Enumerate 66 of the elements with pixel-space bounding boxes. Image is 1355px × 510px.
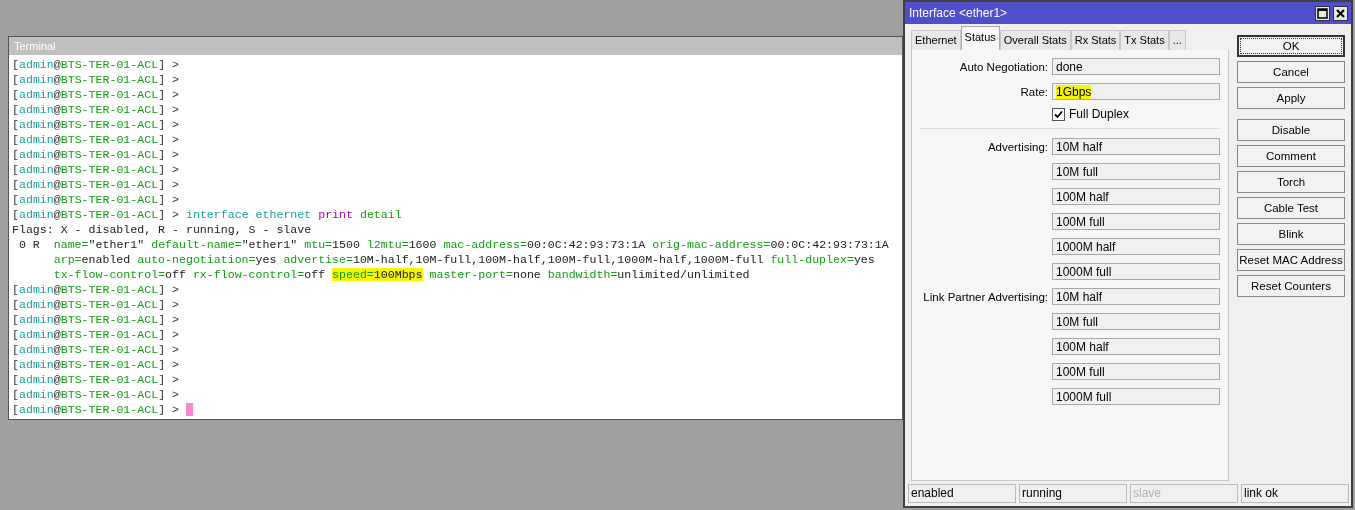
checkbox[interactable] bbox=[1052, 107, 1065, 121]
value-field: 1000M full bbox=[1052, 388, 1220, 405]
terminal-line: Flags: X - disabled, R - running, S - slave bbox=[12, 222, 312, 237]
terminal-line: [admin@BTS-TER-01-ACL] > bbox=[12, 387, 179, 402]
dialog-button[interactable]: OK bbox=[1237, 35, 1345, 57]
value-field: 1000M half bbox=[1052, 238, 1220, 255]
terminal-line: [admin@BTS-TER-01-ACL] > bbox=[12, 372, 179, 387]
terminal-line: [admin@BTS-TER-01-ACL] > bbox=[12, 72, 179, 87]
terminal-line: [admin@BTS-TER-01-ACL] > bbox=[12, 297, 179, 312]
value-field: 1Gbps bbox=[1052, 83, 1220, 100]
field-label: Rate: bbox=[1019, 85, 1049, 98]
tab[interactable]: Overall Stats bbox=[999, 30, 1071, 50]
tab[interactable]: Ethernet bbox=[911, 30, 961, 50]
terminal-line: [admin@BTS-TER-01-ACL] > bbox=[12, 327, 179, 342]
value-field: 100M half bbox=[1052, 188, 1220, 205]
value-field: 10M half bbox=[1052, 138, 1220, 155]
value-field: 1000M full bbox=[1052, 263, 1220, 280]
terminal-line: [admin@BTS-TER-01-ACL] > interface ethernet print detail bbox=[12, 207, 402, 222]
value-field: 10M half bbox=[1052, 288, 1220, 305]
terminal-line: [admin@BTS-TER-01-ACL] > bbox=[12, 87, 179, 102]
close-button[interactable] bbox=[1333, 5, 1348, 21]
terminal-line: [admin@BTS-TER-01-ACL] > bbox=[12, 147, 179, 162]
terminal-line: [admin@BTS-TER-01-ACL] > bbox=[12, 357, 179, 372]
value-field: 100M full bbox=[1052, 363, 1220, 380]
dialog-button[interactable]: Cable Test bbox=[1237, 197, 1345, 219]
terminal-line: [admin@BTS-TER-01-ACL] > bbox=[12, 342, 179, 357]
field-label: Advertising: bbox=[987, 140, 1048, 153]
field-label: Auto Negotiation: bbox=[958, 60, 1049, 73]
terminal-line: [admin@BTS-TER-01-ACL] > bbox=[12, 192, 179, 207]
status-field: running bbox=[1019, 484, 1127, 503]
status-field: enabled bbox=[908, 484, 1016, 503]
value-field: 100M half bbox=[1052, 338, 1220, 355]
terminal-line: arp=enabled auto-negotiation=yes advertise=10M-half,10M-full,100M-half,100M-full,1000M-half,1000M-full full-duplex=yes bbox=[52, 252, 875, 267]
window-title: Terminal bbox=[9, 37, 902, 55]
terminal-line: [admin@BTS-TER-01-ACL] > bbox=[12, 402, 193, 417]
terminal-line: [admin@BTS-TER-01-ACL] > bbox=[12, 132, 179, 147]
tab[interactable]: Rx Stats bbox=[1070, 30, 1121, 50]
window-title: Interface <ether1> bbox=[909, 6, 1008, 20]
dialog-button[interactable]: Reset Counters bbox=[1237, 275, 1345, 297]
terminal-line: [admin@BTS-TER-01-ACL] > bbox=[12, 102, 179, 117]
tab[interactable]: Status bbox=[960, 26, 1000, 50]
terminal-line: [admin@BTS-TER-01-ACL] > bbox=[12, 57, 179, 72]
field-label: Link Partner Advertising: bbox=[923, 290, 1048, 303]
value-field: 100M full bbox=[1052, 213, 1220, 230]
terminal-line: tx-flow-control=off rx-flow-control=off speed=100Mbps master-port=none bandwidth=unlimited/unlimited bbox=[52, 267, 750, 282]
terminal-line: [admin@BTS-TER-01-ACL] > bbox=[12, 312, 179, 327]
maximize-button[interactable] bbox=[1315, 5, 1330, 21]
status-field: link ok bbox=[1241, 484, 1349, 503]
dialog-button[interactable]: Reset MAC Address bbox=[1237, 249, 1345, 271]
status-field: slave bbox=[1130, 484, 1238, 503]
checkbox-label: Full Duplex bbox=[1069, 107, 1130, 121]
tab[interactable]: Tx Stats bbox=[1120, 30, 1169, 50]
terminal-line: [admin@BTS-TER-01-ACL] > bbox=[12, 162, 179, 177]
dialog-button[interactable]: Torch bbox=[1237, 171, 1345, 193]
dialog-button[interactable]: Blink bbox=[1237, 223, 1345, 245]
value-field: 10M full bbox=[1052, 313, 1220, 330]
terminal-line: 0 R name="ether1" default-name="ether1" mtu=1500 l2mtu=1600 mac-address=00:0C:42:93:73:1A orig-mac-address=00:0C:42:93:73:1A bbox=[17, 237, 889, 252]
value-field: 10M full bbox=[1052, 163, 1220, 180]
terminal-line: [admin@BTS-TER-01-ACL] > bbox=[12, 177, 179, 192]
dialog-button[interactable]: Disable bbox=[1237, 119, 1345, 141]
dialog-button[interactable]: Cancel bbox=[1237, 61, 1345, 83]
terminal-line: [admin@BTS-TER-01-ACL] > bbox=[12, 282, 179, 297]
value-field: done bbox=[1052, 58, 1220, 75]
terminal-line: [admin@BTS-TER-01-ACL] > bbox=[12, 117, 179, 132]
dialog-button[interactable]: Comment bbox=[1237, 145, 1345, 167]
dialog-button[interactable]: Apply bbox=[1237, 87, 1345, 109]
